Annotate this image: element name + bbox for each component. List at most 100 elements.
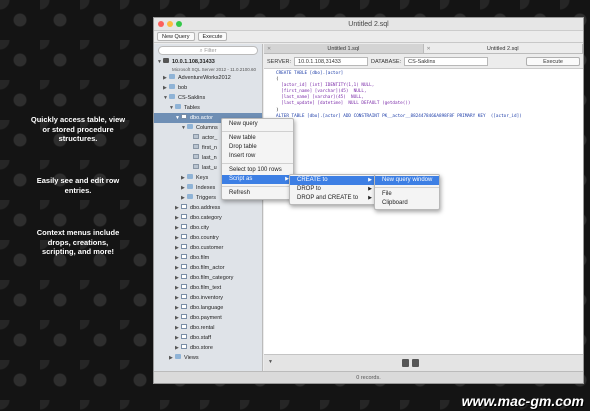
window-controls [158,21,182,27]
tree-table-film-category[interactable]: ▶ dbo.film_category [154,273,262,283]
database-icon [169,74,175,80]
tree-table-film-actor[interactable]: ▶ dbo.film_actor [154,263,262,273]
filter-input[interactable]: ⌕ Filter [158,46,258,55]
tree-views[interactable]: ▶ Views [154,353,262,363]
chevron-right-icon: ▶ [368,186,372,192]
tree-table-film-text[interactable]: ▶ dbo.film_text [154,283,262,293]
status-bar: 0 records. [154,371,583,383]
tree-table-store[interactable]: ▶ dbo.store [154,343,262,353]
chevron-right-icon: ▶ [368,177,372,183]
promo-text-3: Context menus include drops, creations, sc… [36,228,120,256]
tree-table-inventory[interactable]: ▶ dbo.inventory [154,293,262,303]
minimize-button[interactable] [167,21,173,27]
database-icon [169,94,175,100]
tree-table-rental[interactable]: ▶ dbo.rental [154,323,262,333]
close-tab-icon[interactable]: ✕ [267,44,271,54]
table-icon [181,334,187,340]
tree-tables[interactable]: ▼ Tables [154,103,262,113]
column-icon [193,164,199,170]
table-icon [181,214,187,220]
tree-table-country[interactable]: ▶ dbo.country [154,233,262,243]
column-icon [193,144,199,150]
context-menu: New query New table Drop table Insert ro… [221,118,294,200]
tree-table-customer[interactable]: ▶ dbo.customer [154,243,262,253]
database-select[interactable]: CS-Saklins [404,57,489,66]
toolbar: New Query Execute [154,31,583,43]
chevron-down-icon[interactable]: ▼ [268,359,273,365]
sql-editor[interactable]: CREATE TABLE [dbo].[actor] ( [actor_id] … [264,68,583,354]
folder-icon [187,174,193,180]
table-icon [181,284,187,290]
tree-table-city[interactable]: ▶ dbo.city [154,223,262,233]
tree-table-category[interactable]: ▶ dbo.category [154,213,262,223]
table-icon [181,304,187,310]
close-button[interactable] [158,21,164,27]
menu-new-table[interactable]: New table [222,134,293,143]
table-icon [181,204,187,210]
tree-table-film[interactable]: ▶ dbo.film [154,253,262,263]
table-icon [181,294,187,300]
tree-db-bob[interactable]: ▶ bob [154,83,262,93]
close-tab-icon[interactable]: ✕ [427,44,431,54]
copy-icon[interactable] [412,359,419,367]
tree-server[interactable]: ▼ 10.0.1.108,31433 [154,57,262,67]
menu-separator [375,187,439,188]
tree-db-cs-saklins[interactable]: ▼ CS-Saklins [154,93,262,103]
column-icon [193,154,199,160]
database-icon [169,84,175,90]
menu-refresh[interactable]: Refresh [222,189,293,198]
tab-untitled-2[interactable]: ✕ Untitled 2.sql [423,44,583,54]
folder-icon [187,124,193,130]
table-icon [181,314,187,320]
chevron-right-icon: ▶ [368,195,372,201]
key-icon [193,134,199,140]
menu-drop-to[interactable]: DROP to ▶ [290,185,376,194]
tree-table-staff[interactable]: ▶ dbo.staff [154,333,262,343]
create-to-submenu: New query window File Clipboard [374,174,440,210]
menu-file[interactable]: File [375,190,439,199]
table-icon [181,114,187,120]
promo-text-1: Quickly access table, view or stored proc… [30,115,126,143]
promo-text-2: Easily see and edit row entries. [36,176,120,195]
script-as-submenu: CREATE to ▶ DROP to ▶ DROP and CREATE to ▶ [289,174,377,205]
menu-new-query[interactable]: New query [222,120,293,129]
database-label: DATABASE: [371,58,402,65]
execute-button[interactable]: Execute [526,57,580,66]
folder-icon [175,354,181,360]
execute-toolbar-button[interactable]: Execute [197,32,228,41]
save-icon[interactable] [402,359,409,367]
table-icon [181,234,187,240]
menu-new-query-window[interactable]: New query window [375,176,439,185]
tab-untitled-1[interactable]: ✕ Untitled 1.sql [264,44,424,53]
server-select[interactable]: 10.0.1.108,31433 [294,57,369,66]
tree-db-adventureworks[interactable]: ▶ AdventureWorks2012 [154,73,262,83]
menu-drop-and-create-to[interactable]: DROP and CREATE to ▶ [290,194,376,203]
zoom-button[interactable] [176,21,182,27]
menu-separator [222,131,293,132]
tree-table-language[interactable]: ▶ dbo.language [154,303,262,313]
new-query-button[interactable]: New Query [157,32,195,41]
tree-table-address[interactable]: ▶ dbo.address [154,203,262,213]
table-icon [181,244,187,250]
folder-icon [187,184,193,190]
server-label: SERVER: [267,58,292,65]
results-toolbar [402,359,419,367]
menu-clipboard[interactable]: Clipboard [375,199,439,208]
menu-separator [222,186,293,187]
query-tabs: ✕ Untitled 1.sql ✕ Untitled 2.sql [264,44,583,54]
tree-table-payment[interactable]: ▶ dbo.payment [154,313,262,323]
table-icon [181,324,187,330]
menu-script-as[interactable]: Script as ▶ [222,175,293,184]
watermark: www.mac-gm.com [461,393,584,409]
menu-select-top[interactable]: Select top 100 rows [222,166,293,175]
menu-drop-table[interactable]: Drop table [222,143,293,152]
folder-icon [175,104,181,110]
table-icon [181,224,187,230]
server-icon [163,58,169,64]
table-icon [181,344,187,350]
menu-insert-row[interactable]: Insert row [222,152,293,161]
folder-icon [187,194,193,200]
table-icon [181,254,187,260]
menu-create-to[interactable]: CREATE to ▶ [290,176,376,185]
menu-separator [222,163,293,164]
